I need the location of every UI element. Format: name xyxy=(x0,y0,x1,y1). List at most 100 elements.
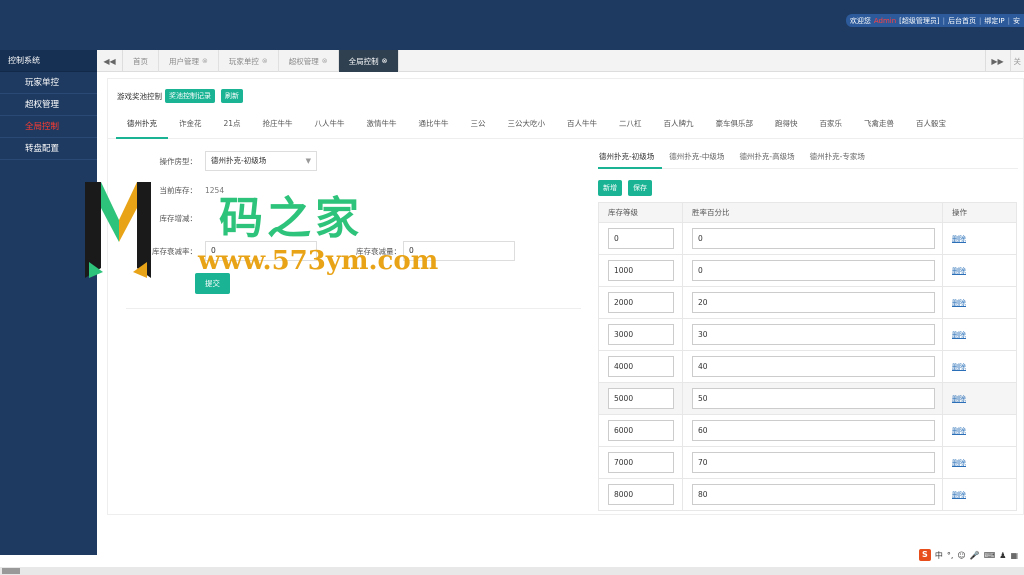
sidebar: 控制系统 玩家单控 超权管理 全局控制 转盘配置 xyxy=(0,50,97,555)
double-left-arrow-icon: ◀◀ xyxy=(103,56,116,66)
home-link[interactable]: 后台首页 xyxy=(948,16,976,26)
game-tab-tongbi-niuniu[interactable]: 通比牛牛 xyxy=(408,109,460,139)
win-rate-input[interactable]: 30 xyxy=(692,324,935,345)
sidebar-item-wheel-config[interactable]: 转盘配置 xyxy=(0,138,97,160)
game-tab-blackjack[interactable]: 21点 xyxy=(213,109,252,139)
room-tab-intermediate[interactable]: 德州扑克-中级场 xyxy=(668,149,732,169)
tabs-prev-button[interactable]: ◀◀ xyxy=(97,50,123,72)
user-icon[interactable]: ♟ xyxy=(999,551,1006,560)
delete-link[interactable]: 删除 xyxy=(952,299,966,307)
win-rate-input[interactable]: 20 xyxy=(692,292,935,313)
emoji-icon[interactable]: ☺ xyxy=(957,551,965,560)
room-tab-advanced[interactable]: 德州扑克-高级场 xyxy=(738,149,802,169)
tab-super-admin[interactable]: 超权管理 ⊗ xyxy=(279,50,339,72)
pool-record-button[interactable]: 奖池控制记录 xyxy=(165,89,215,103)
user-info-bar: 欢迎您 Admin [超级管理员] | 后台首页 | 绑定IP | 安 xyxy=(845,14,1024,27)
room-tab-beginner[interactable]: 德州扑克-初级场 xyxy=(598,149,663,169)
close-tabs-button[interactable]: 关 xyxy=(1011,50,1024,72)
decay-amount-input[interactable]: 0 xyxy=(403,241,515,261)
close-icon[interactable]: ⊗ xyxy=(262,57,268,65)
ime-mode[interactable]: 中 xyxy=(935,550,943,561)
tab-home[interactable]: 首页 xyxy=(123,50,159,72)
sogou-logo-icon[interactable]: S xyxy=(918,549,931,561)
tabs-next-button[interactable]: ▶▶ xyxy=(984,50,1011,72)
delete-link[interactable]: 删除 xyxy=(952,363,966,371)
game-tab-texas-holdem[interactable]: 德州扑克 xyxy=(116,109,168,139)
delete-link[interactable]: 删除 xyxy=(952,267,966,275)
room-tab-expert[interactable]: 德州扑克-专家场 xyxy=(809,149,873,169)
current-stock-label: 当前库存： xyxy=(159,186,198,195)
delete-link[interactable]: 删除 xyxy=(952,459,966,467)
stock-level-pane: 德州扑克-初级场 德州扑克-中级场 德州扑克-高级场 德州扑克-专家场 新增 保… xyxy=(598,149,1018,514)
stock-level-input[interactable]: 7000 xyxy=(608,452,674,473)
win-rate-input[interactable]: 70 xyxy=(692,452,935,473)
stock-level-input[interactable]: 4000 xyxy=(608,356,674,377)
game-tab-eight-niuniu[interactable]: 八人牛牛 xyxy=(304,109,356,139)
win-rate-input[interactable]: 50 xyxy=(692,388,935,409)
tab-player-control[interactable]: 玩家单控 ⊗ xyxy=(219,50,279,72)
table-header-row: 库存等级 胜率百分比 操作 xyxy=(598,202,1017,223)
decay-rate-input[interactable]: 0 xyxy=(205,241,317,261)
game-tab-sangong-dachixiao[interactable]: 三公大吃小 xyxy=(497,109,557,139)
save-button[interactable]: 保存 xyxy=(628,180,652,196)
stock-level-input[interactable]: 8000 xyxy=(608,484,674,505)
close-icon[interactable]: ⊗ xyxy=(382,57,388,65)
win-rate-input[interactable]: 60 xyxy=(692,420,935,441)
delete-link[interactable]: 删除 xyxy=(952,395,966,403)
table-row: 0 0 删除 xyxy=(598,222,1017,255)
game-tab-sangong[interactable]: 三公 xyxy=(460,109,497,139)
keyboard-icon[interactable]: ⌨ xyxy=(984,551,996,560)
current-stock-value: 1254 xyxy=(205,186,225,195)
tab-label: 玩家单控 xyxy=(228,56,259,66)
main-content: 游戏奖池控制 奖池控制记录 刷新 德州扑克 诈金花 21点 抢庄牛牛 八人牛牛 … xyxy=(107,78,1024,515)
win-rate-input[interactable]: 40 xyxy=(692,356,935,377)
close-icon[interactable]: ⊗ xyxy=(202,57,208,65)
stock-level-input[interactable]: 3000 xyxy=(608,324,674,345)
sidebar-item-player-control[interactable]: 玩家单控 xyxy=(0,72,97,94)
game-tab-qiangzhuang-niuniu[interactable]: 抢庄牛牛 xyxy=(252,109,304,139)
scrollbar-thumb[interactable] xyxy=(2,568,20,574)
game-tab-luxury-car-club[interactable]: 豪车俱乐部 xyxy=(705,109,765,139)
table-row: 5000 50 删除 xyxy=(598,382,1017,415)
stock-level-input[interactable]: 1000 xyxy=(608,260,674,281)
sidebar-item-super-admin[interactable]: 超权管理 xyxy=(0,94,97,116)
security-link[interactable]: 安 xyxy=(1013,16,1020,26)
decay-row: 库存衰减率： 0 库存衰减量： 0 xyxy=(148,241,515,261)
horizontal-scrollbar[interactable] xyxy=(0,567,1024,575)
game-tab-baccarat[interactable]: 百家乐 xyxy=(809,109,854,139)
tab-user-management[interactable]: 用户管理 ⊗ xyxy=(159,50,219,72)
sidebar-item-global-control[interactable]: 全局控制 xyxy=(0,116,97,138)
game-tab-hundred-sicbo[interactable]: 百人骰宝 xyxy=(905,109,957,139)
game-tab-paodekuai[interactable]: 跑得快 xyxy=(764,109,809,139)
game-tab-zhajinhua[interactable]: 诈金花 xyxy=(168,109,213,139)
win-rate-input[interactable]: 80 xyxy=(692,484,935,505)
win-rate-input[interactable]: 0 xyxy=(692,228,935,249)
add-row-button[interactable]: 新增 xyxy=(598,180,622,196)
stock-level-input[interactable]: 5000 xyxy=(608,388,674,409)
delete-link[interactable]: 删除 xyxy=(952,491,966,499)
game-tab-jiqing-niuniu[interactable]: 激情牛牛 xyxy=(356,109,408,139)
submit-button[interactable]: 提交 xyxy=(195,273,230,294)
stock-level-input[interactable]: 0 xyxy=(608,228,674,249)
delete-link[interactable]: 删除 xyxy=(952,427,966,435)
punctuation-icon[interactable]: °, xyxy=(947,551,954,560)
decay-amount-label: 库存衰减量： xyxy=(356,246,401,256)
top-header: 欢迎您 Admin [超级管理员] | 后台首页 | 绑定IP | 安 xyxy=(0,0,1024,50)
stock-level-input[interactable]: 6000 xyxy=(608,420,674,441)
close-icon[interactable]: ⊗ xyxy=(322,57,328,65)
room-type-select[interactable]: 德州扑克-初级场 ▼ xyxy=(205,151,317,171)
bind-ip-link[interactable]: 绑定IP xyxy=(984,16,1004,26)
game-tab-erbagang[interactable]: 二八杠 xyxy=(608,109,653,139)
game-tab-feiqin-zoushou[interactable]: 飞禽走兽 xyxy=(853,109,905,139)
stock-level-input[interactable]: 2000 xyxy=(608,292,674,313)
grid-icon[interactable]: ▦ xyxy=(1010,551,1018,560)
tab-global-control[interactable]: 全局控制 ⊗ xyxy=(338,50,399,72)
game-tab-hundred-paijiu[interactable]: 百人牌九 xyxy=(653,109,705,139)
delete-link[interactable]: 删除 xyxy=(952,331,966,339)
delete-link[interactable]: 删除 xyxy=(952,235,966,243)
microphone-icon[interactable]: 🎤 xyxy=(970,551,980,560)
win-rate-input[interactable]: 0 xyxy=(692,260,935,281)
game-tab-hundred-niuniu[interactable]: 百人牛牛 xyxy=(556,109,608,139)
refresh-button[interactable]: 刷新 xyxy=(221,89,243,103)
room-type-value: 德州扑克-初级场 xyxy=(211,156,267,165)
